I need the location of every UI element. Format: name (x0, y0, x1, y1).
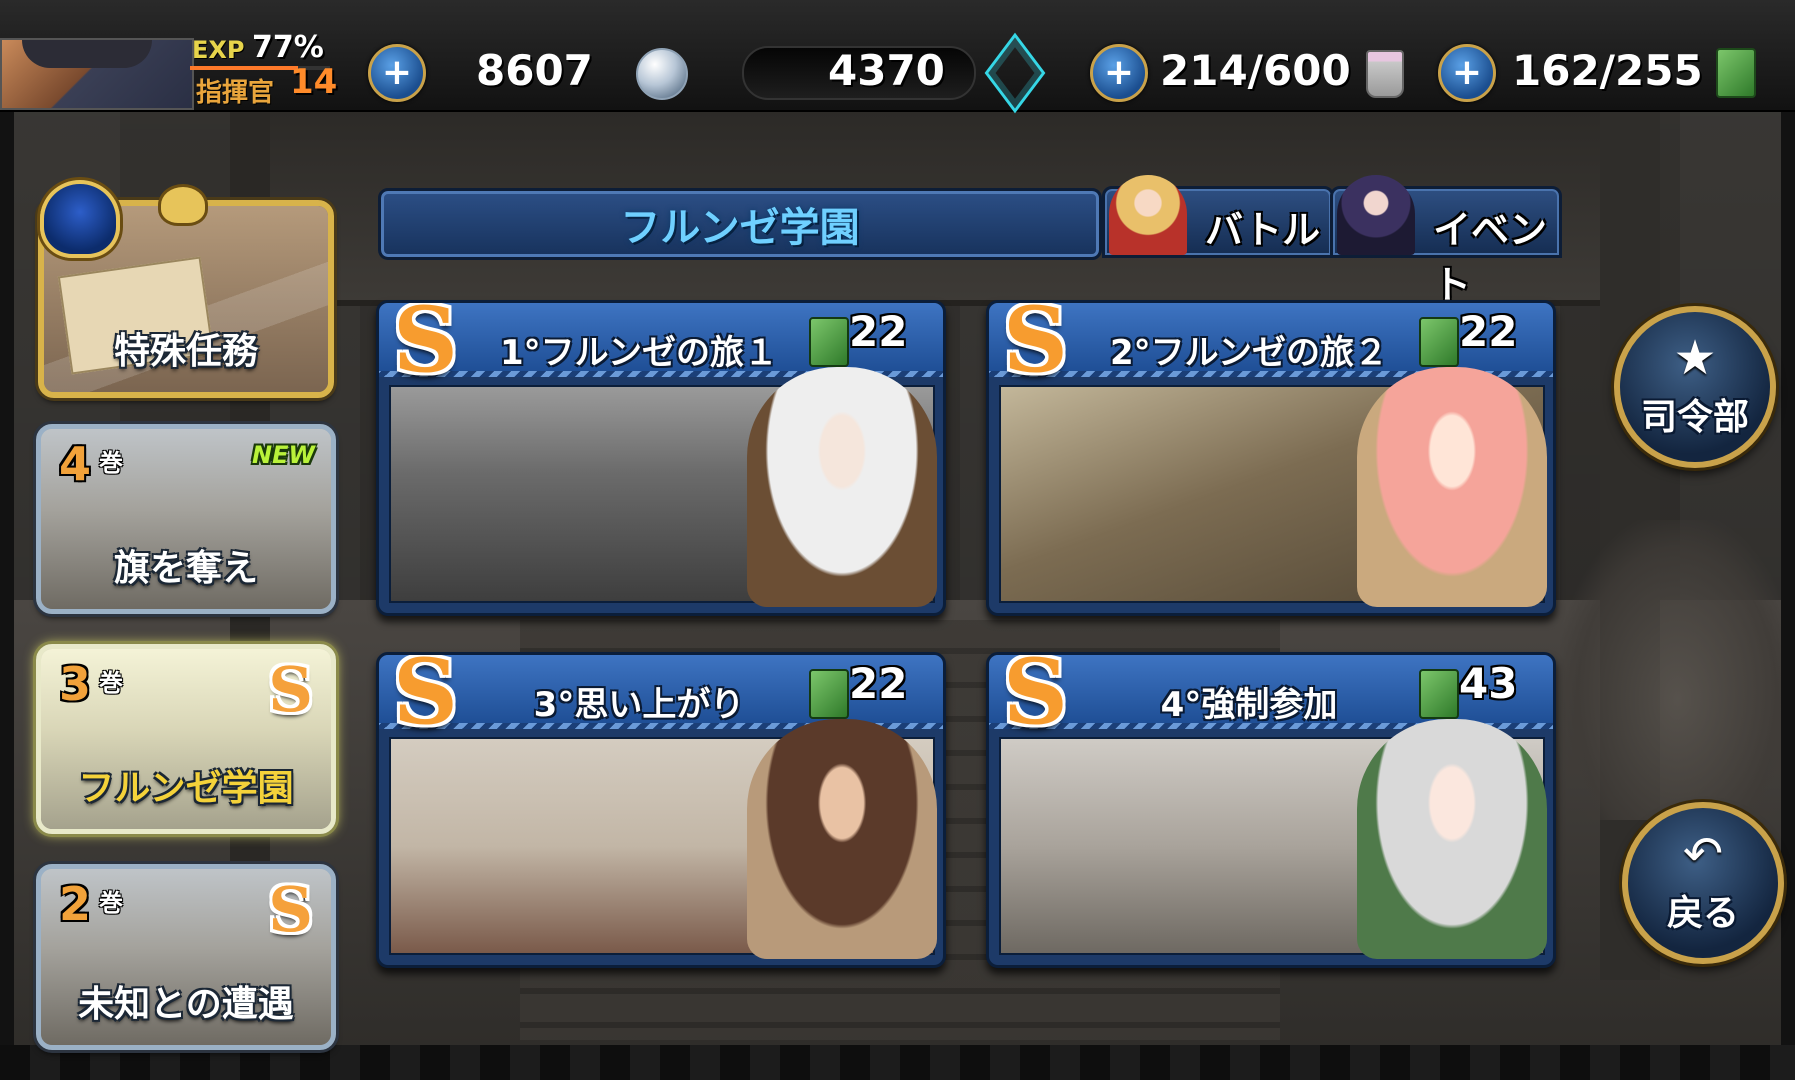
plus-icon: + (381, 52, 413, 93)
grade-s-badge: S (268, 873, 313, 946)
plus-icon: + (1451, 52, 1483, 93)
shield-star-icon: ★ (1673, 330, 1717, 386)
mission-card[interactable]: S 4°強制参加 43 (986, 652, 1556, 968)
frame-border-bottom (0, 1045, 1795, 1080)
rank-label: 指揮官 (196, 78, 275, 108)
fuel-can-icon (1716, 48, 1756, 98)
mission-fuel-cost: 22 (849, 659, 908, 708)
mission-card[interactable]: S 2°フルンゼの旅２ 22 (986, 300, 1556, 616)
fuel-can-icon (809, 669, 849, 719)
plus-icon: + (1103, 52, 1135, 93)
volume-title: 未知との遭遇 (78, 984, 294, 1025)
paint-bucket-icon (1366, 50, 1404, 98)
headquarters-label: 司令部 (1640, 397, 1749, 438)
fuel-can-icon (1419, 317, 1459, 367)
frame-border-left (0, 110, 14, 1045)
mission-grade: S (393, 300, 458, 393)
silver-coin-icon (636, 48, 688, 100)
paint-value: 214/600 (1160, 46, 1351, 95)
fuel-value: 162/255 (1512, 46, 1703, 95)
mission-fuel-cost: 22 (849, 307, 908, 356)
mission-grade: S (393, 652, 458, 745)
tab-label: バトル (1205, 208, 1321, 252)
mask-emblem-icon (158, 184, 208, 226)
back-arrow-icon: ↶ (1682, 826, 1724, 882)
volume-2-button[interactable]: 2 巻 S 未知との遭遇 (36, 864, 336, 1050)
add-fuel-button[interactable]: + (1438, 44, 1496, 102)
mission-title: 3°思い上がり (533, 685, 745, 725)
tab-battle[interactable]: バトル (1102, 175, 1334, 258)
exp-progress-fill (190, 66, 298, 70)
mission-title: 1°フルンゼの旅１ (500, 333, 778, 373)
volume-title: 旗を奪え (113, 548, 258, 589)
new-badge: NEW (252, 441, 315, 469)
player-level: 14 (290, 62, 338, 102)
volume-number: 2 (59, 877, 92, 931)
mission-fuel-cost: 43 (1459, 659, 1518, 708)
mission-character (1357, 367, 1547, 607)
add-paint-button[interactable]: + (1090, 44, 1148, 102)
headquarters-button[interactable]: ★ 司令部 (1614, 306, 1776, 468)
eagle-crest-icon (40, 180, 120, 258)
mission-grade: S (1003, 652, 1068, 745)
back-button[interactable]: ↶ 戻る (1622, 802, 1784, 964)
tab-event[interactable]: イベント (1330, 175, 1562, 307)
battle-tab-portrait (1109, 175, 1187, 255)
mission-card[interactable]: S 3°思い上がり 22 (376, 652, 946, 968)
mission-character (747, 719, 937, 959)
exp-percent: 77% (252, 30, 324, 65)
tab-label: イベント (1433, 208, 1548, 307)
add-silver-button[interactable]: + (368, 44, 426, 102)
silver-value: 8607 (476, 46, 593, 95)
mission-title: 2°フルンゼの旅２ (1110, 333, 1388, 373)
volume-4-button[interactable]: 4 巻 NEW 旗を奪え (36, 424, 336, 614)
mission-character (747, 367, 937, 607)
back-label: 戻る (1666, 893, 1739, 934)
volume-title: フルンゼ学園 (78, 768, 294, 809)
mission-character (1357, 719, 1547, 959)
volume-3-button[interactable]: 3 巻 S フルンゼ学園 (36, 644, 336, 834)
mission-card[interactable]: S 1°フルンゼの旅１ 22 (376, 300, 946, 616)
volume-suffix: 巻 (99, 449, 123, 477)
event-tab-portrait (1337, 175, 1415, 255)
volume-suffix: 巻 (99, 669, 123, 697)
mission-fuel-cost: 22 (1459, 307, 1518, 356)
special-mission-label: 特殊任務 (113, 331, 258, 372)
background-tank (1560, 520, 1795, 820)
volume-suffix: 巻 (99, 889, 123, 917)
mission-title: 4°強制参加 (1160, 685, 1338, 725)
avatar-cap (22, 40, 152, 68)
chapter-title-banner: フルンゼ学園 (378, 188, 1102, 260)
volume-number: 3 (59, 657, 92, 711)
fuel-can-icon (1419, 669, 1459, 719)
mission-grade: S (1003, 300, 1068, 393)
cube-value: 4370 (828, 46, 945, 95)
volume-number: 4 (59, 437, 92, 491)
frame-border-right (1781, 110, 1795, 1045)
player-avatar[interactable] (0, 38, 194, 110)
chapter-title: フルンゼ学園 (620, 205, 860, 251)
exp-label: EXP (192, 36, 245, 64)
fuel-can-icon (809, 317, 849, 367)
grade-s-badge: S (268, 653, 313, 726)
